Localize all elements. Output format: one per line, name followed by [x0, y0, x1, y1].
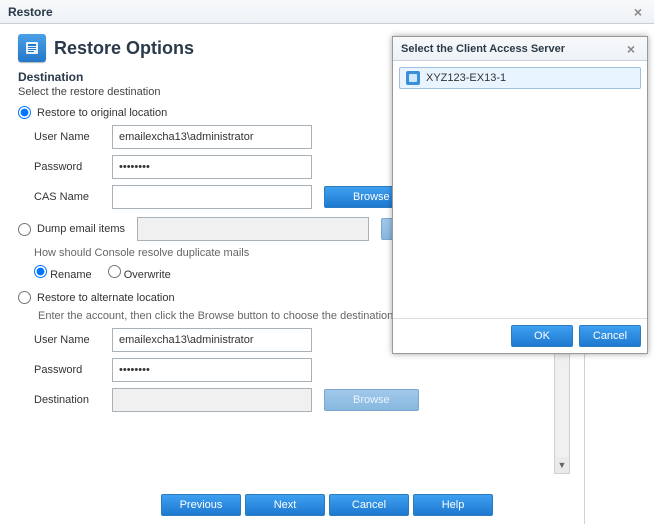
orig-username-input[interactable] [112, 125, 312, 149]
alt-password-input[interactable] [112, 358, 312, 382]
orig-password-input[interactable] [112, 155, 312, 179]
popup-cancel-button[interactable]: Cancel [579, 325, 641, 347]
window-title: Restore [8, 5, 53, 19]
restore-original-radio[interactable] [18, 106, 31, 119]
popup-body: XYZ123-EX13-1 [393, 61, 647, 318]
overwrite-option[interactable]: Overwrite [108, 265, 171, 281]
popup-title: Select the Client Access Server [401, 43, 565, 55]
close-icon[interactable]: × [630, 4, 646, 20]
popup-titlebar: Select the Client Access Server × [393, 37, 647, 61]
alt-password-row: Password [34, 358, 636, 382]
next-button[interactable]: Next [245, 494, 325, 516]
popup-ok-button[interactable]: OK [511, 325, 573, 347]
server-icon [406, 71, 420, 85]
alt-username-input[interactable] [112, 328, 312, 352]
alt-browse-button[interactable]: Browse [324, 389, 419, 411]
cas-input[interactable] [112, 185, 312, 209]
popup-footer: OK Cancel [393, 318, 647, 353]
cas-popup: Select the Client Access Server × XYZ123… [392, 36, 648, 354]
rename-option[interactable]: Rename [34, 265, 92, 281]
overwrite-radio[interactable] [108, 265, 121, 278]
popup-close-icon[interactable]: × [623, 41, 639, 57]
cancel-button[interactable]: Cancel [329, 494, 409, 516]
alt-username-label: User Name [34, 334, 112, 346]
dump-path-input[interactable] [137, 217, 369, 241]
rename-radio[interactable] [34, 265, 47, 278]
cas-label: CAS Name [34, 191, 112, 203]
orig-username-label: User Name [34, 131, 112, 143]
previous-button[interactable]: Previous [161, 494, 241, 516]
window-titlebar: Restore × [0, 0, 654, 24]
dump-label: Dump email items [37, 223, 125, 235]
dump-radio[interactable] [18, 223, 31, 236]
alt-password-label: Password [34, 364, 112, 376]
restore-icon [18, 34, 46, 62]
alt-dest-label: Destination [34, 394, 112, 406]
alt-dest-input[interactable] [112, 388, 312, 412]
cas-server-name: XYZ123-EX13-1 [426, 72, 506, 84]
cas-server-item[interactable]: XYZ123-EX13-1 [399, 67, 641, 89]
overwrite-label: Overwrite [124, 269, 171, 281]
restore-alt-label: Restore to alternate location [37, 292, 175, 304]
rename-label: Rename [50, 269, 92, 281]
restore-alt-radio[interactable] [18, 291, 31, 304]
alt-dest-row: Destination Browse [34, 388, 636, 412]
orig-password-label: Password [34, 161, 112, 173]
scroll-down-icon[interactable]: ▼ [555, 457, 569, 473]
restore-original-label: Restore to original location [37, 107, 167, 119]
wizard-footer: Previous Next Cancel Help [0, 494, 654, 516]
help-button[interactable]: Help [413, 494, 493, 516]
page-title: Restore Options [54, 38, 194, 59]
